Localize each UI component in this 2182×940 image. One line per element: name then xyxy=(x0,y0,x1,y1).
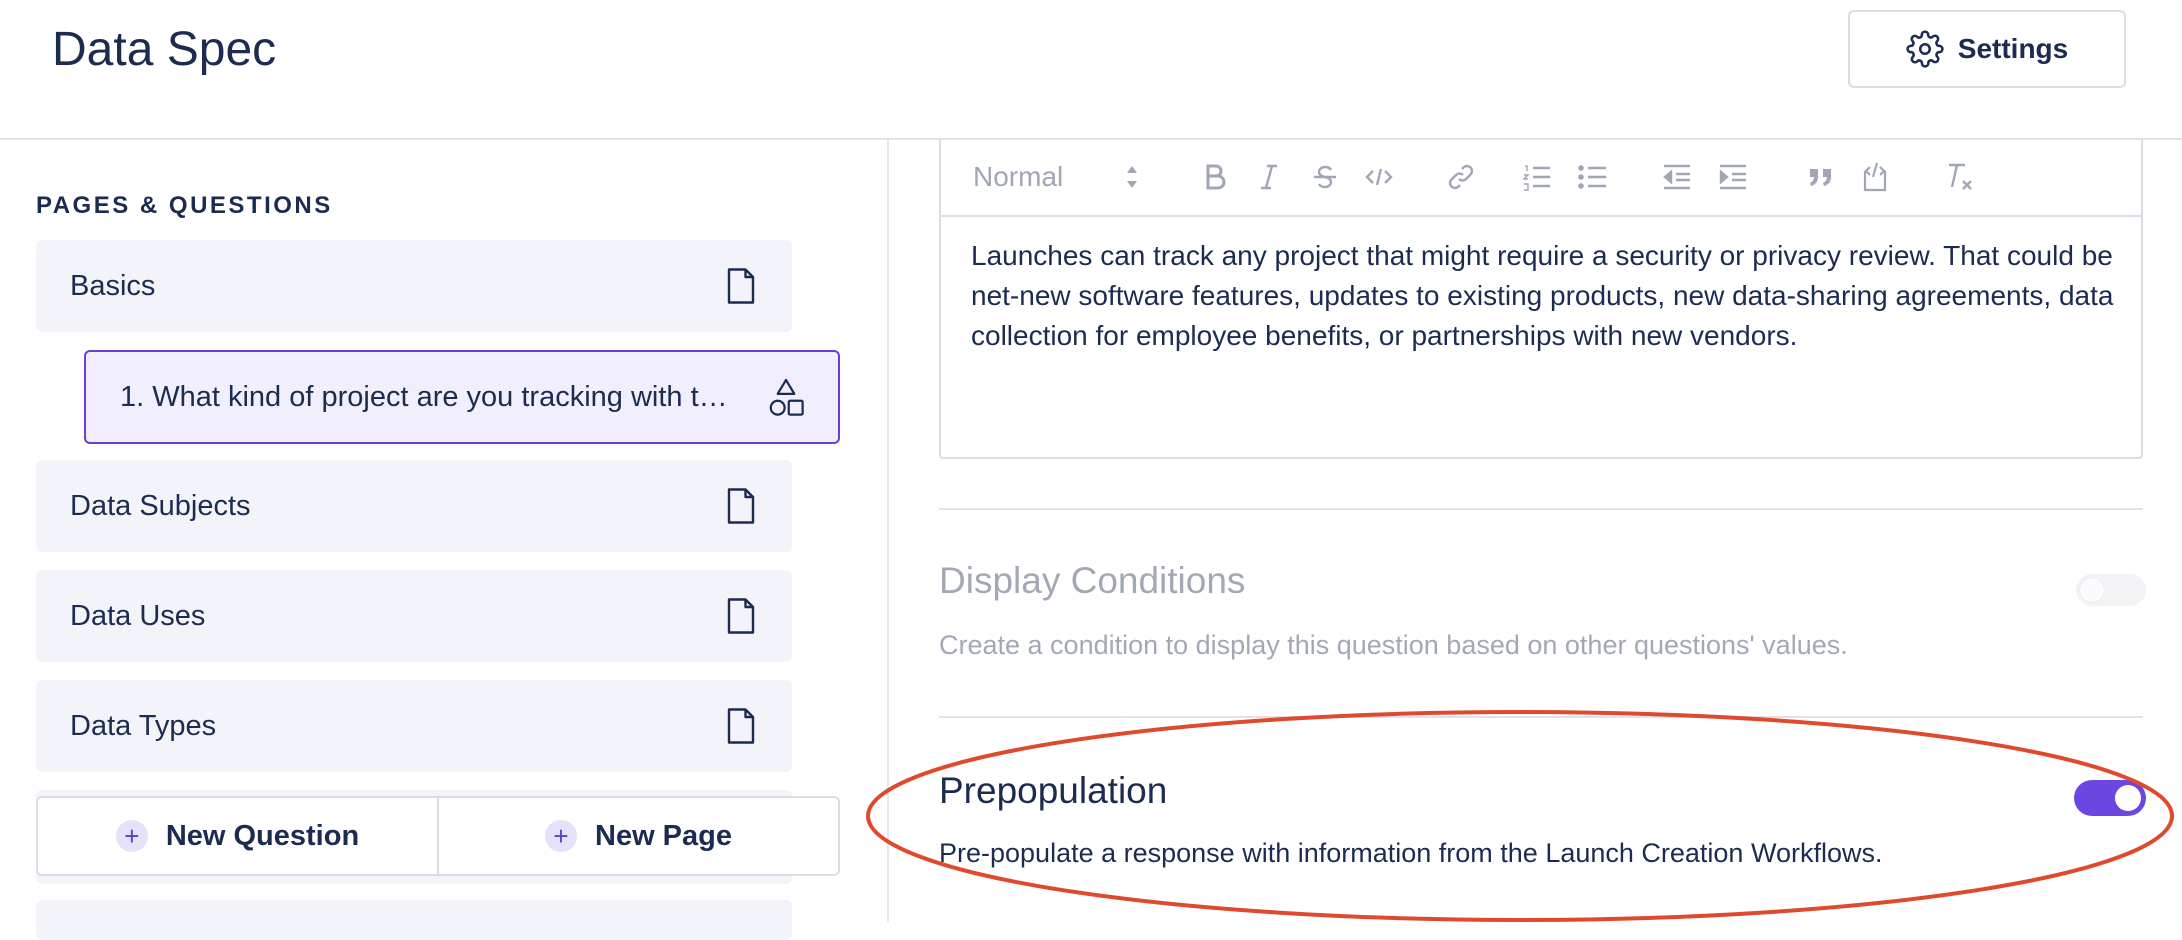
strikethrough-button[interactable] xyxy=(1305,159,1345,195)
document-icon xyxy=(727,708,755,744)
display-conditions-title: Display Conditions xyxy=(939,560,1246,601)
strikethrough-icon xyxy=(1314,165,1336,189)
code-block-button[interactable] xyxy=(1855,159,1895,195)
new-page-label: New Page xyxy=(595,819,732,852)
plus-icon: + xyxy=(115,820,148,852)
indent-button[interactable] xyxy=(1713,159,1753,195)
display-conditions-description: Create a condition to display this quest… xyxy=(939,630,1848,660)
indent-icon xyxy=(1719,164,1746,190)
outdent-icon xyxy=(1663,164,1690,190)
page-label: Data Subjects xyxy=(70,489,251,522)
link-icon xyxy=(1448,164,1474,190)
code-icon xyxy=(1365,168,1393,186)
page-label: Data Uses xyxy=(70,599,206,632)
editor-toolbar: Normal xyxy=(939,139,2143,217)
bullet-list-button[interactable] xyxy=(1573,159,1613,195)
ordered-list-button[interactable] xyxy=(1517,159,1557,195)
outdent-button[interactable] xyxy=(1657,159,1697,195)
new-question-label: New Question xyxy=(165,819,360,852)
code-button[interactable] xyxy=(1359,159,1399,195)
select-arrows-icon xyxy=(1127,166,1137,188)
format-select[interactable]: Normal xyxy=(973,159,1113,195)
bold-button[interactable] xyxy=(1195,159,1235,195)
code-block-icon xyxy=(1863,162,1887,192)
new-page-button[interactable]: + New Page xyxy=(437,798,838,874)
document-icon xyxy=(727,598,755,634)
sidebar-page-hidden xyxy=(36,900,792,940)
bullet-list-icon xyxy=(1578,165,1606,189)
sidebar-page-basics[interactable]: Basics xyxy=(36,240,792,332)
plus-icon: + xyxy=(545,820,577,852)
clear-format-icon xyxy=(1949,163,1972,190)
section-label: PAGES & QUESTIONS xyxy=(36,192,333,219)
document-icon xyxy=(727,488,755,524)
link-button[interactable] xyxy=(1441,159,1481,195)
new-question-button[interactable]: + New Question xyxy=(38,798,437,874)
page-label: Data Types xyxy=(70,709,217,742)
gear-icon xyxy=(1906,30,1944,68)
editor-content[interactable]: Launches can track any project that migh… xyxy=(971,236,2121,356)
bold-icon xyxy=(1206,164,1226,190)
section-divider xyxy=(939,508,2143,510)
sidebar-action-buttons: + New Question + New Page xyxy=(36,796,840,876)
blockquote-button[interactable] xyxy=(1801,159,1841,195)
toggle-knob xyxy=(2080,578,2104,602)
italic-button[interactable] xyxy=(1249,159,1289,195)
format-value: Normal xyxy=(973,161,1064,192)
sidebar-page-data-types[interactable]: Data Types xyxy=(36,680,792,772)
document-icon xyxy=(727,268,755,304)
highlight-ellipse xyxy=(866,710,2174,922)
sidebar-question-item[interactable]: 1. What kind of project are you tracking… xyxy=(84,350,840,444)
page-label: Basics xyxy=(70,269,156,302)
ordered-list-icon xyxy=(1522,165,1550,191)
question-label: 1. What kind of project are you tracking… xyxy=(120,380,740,413)
blockquote-icon xyxy=(1810,169,1831,186)
settings-label: Settings xyxy=(1957,33,2069,64)
shapes-icon xyxy=(769,378,804,416)
sidebar-page-data-uses[interactable]: Data Uses xyxy=(36,570,792,662)
page-title: Data Spec xyxy=(52,23,277,76)
italic-icon xyxy=(1261,164,1277,190)
settings-button[interactable]: Settings xyxy=(1848,10,2126,88)
clear-format-button[interactable] xyxy=(1939,159,1979,195)
sidebar-page-data-subjects[interactable]: Data Subjects xyxy=(36,460,792,552)
display-conditions-toggle[interactable] xyxy=(2076,574,2146,606)
